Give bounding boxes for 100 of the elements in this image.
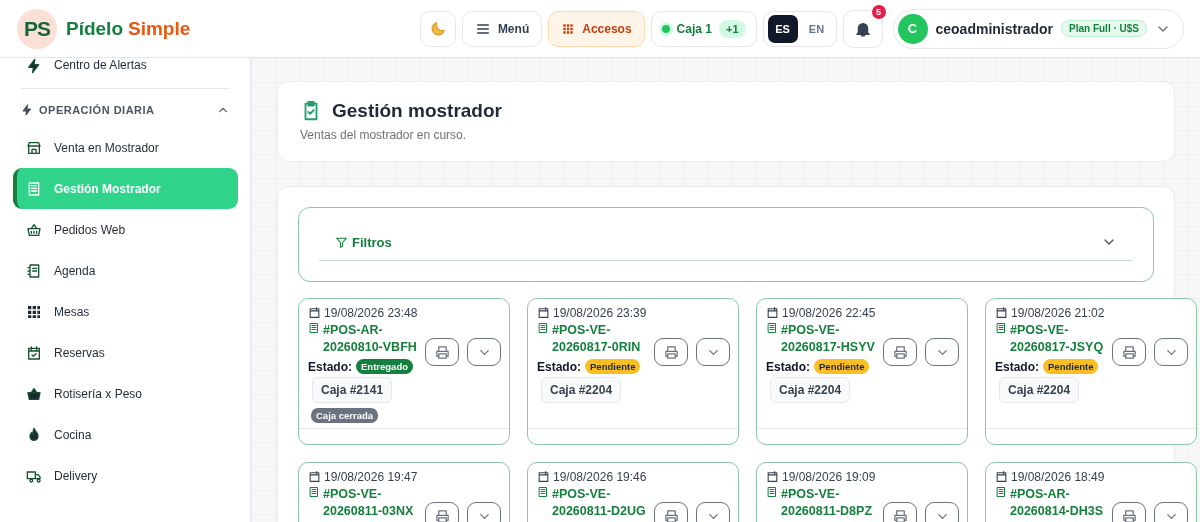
filters-toggle[interactable]: Filtros: [319, 224, 1133, 261]
grid-icon: [26, 303, 42, 320]
register-tag: Caja #2204: [541, 377, 622, 403]
register-closed-badge: Caja cerrada: [311, 408, 379, 423]
status-label: Estado:: [766, 359, 810, 374]
receipt-icon: [308, 486, 320, 498]
page-subtitle: Ventas del mostrador en curso.: [300, 128, 468, 142]
calendar-icon: [308, 470, 321, 483]
notification-badge: 5: [871, 4, 886, 19]
page-title: Gestión mostrador: [332, 100, 502, 122]
basket-icon: [26, 221, 42, 238]
print-button[interactable]: [883, 502, 917, 522]
print-button[interactable]: [1112, 502, 1146, 522]
sidebar-item[interactable]: Pedidos Web: [13, 209, 238, 250]
status-label: Estado:: [308, 359, 352, 374]
status-label: Estado:: [995, 359, 1039, 374]
order-date: 19/08/2026 19:47: [324, 470, 418, 485]
order-date: 19/08/2026 19:09: [782, 470, 876, 485]
status-badge: Pendiente: [585, 359, 641, 374]
receipt-icon: [308, 322, 320, 334]
filter-icon: [335, 235, 348, 249]
order-date: 19/08/2026 21:02: [1011, 306, 1105, 321]
storefront-icon: [26, 139, 42, 156]
brand-name: Pídelo: [66, 17, 123, 40]
expand-button[interactable]: [696, 338, 730, 366]
document-icon: [26, 180, 42, 197]
count-badge: +1: [718, 19, 746, 38]
sidebar-item[interactable]: Rotisería x Peso: [13, 373, 238, 414]
calendar-icon: [766, 306, 779, 319]
print-button[interactable]: [1112, 338, 1146, 366]
status-badge: Pendiente: [814, 359, 870, 374]
calendar-icon: [308, 306, 321, 319]
receipt-icon: [537, 486, 549, 498]
sidebar-item[interactable]: Delivery: [13, 455, 238, 496]
calendar-icon: [26, 344, 42, 361]
printer-icon: [434, 508, 450, 522]
logo: PS: [17, 8, 57, 49]
user-menu[interactable]: C ceoadministrador Plan Full · U$S: [892, 8, 1184, 49]
expand-button[interactable]: [925, 502, 959, 522]
order-number: #POS-AR-20260810-VBFH: [323, 322, 418, 356]
register-tag: Caja #2204: [770, 377, 851, 403]
receipt-icon: [537, 322, 549, 334]
expand-button[interactable]: [1154, 502, 1188, 522]
status-badge: Pendiente: [1043, 359, 1099, 374]
expand-button[interactable]: [1154, 338, 1188, 366]
section-header[interactable]: OPERACIÓN DIARIA: [13, 97, 238, 123]
sidebar-item[interactable]: Reservas: [13, 332, 238, 373]
print-button[interactable]: [654, 502, 688, 522]
calendar-icon: [537, 470, 550, 483]
print-button[interactable]: [654, 338, 688, 366]
order-date: 19/08/2026 18:49: [1011, 470, 1105, 485]
expand-button[interactable]: [467, 338, 501, 366]
expand-button[interactable]: [696, 502, 730, 522]
sidebar-item[interactable]: Cocina: [13, 414, 238, 455]
printer-icon: [663, 508, 679, 522]
grid-icon: [561, 21, 576, 36]
flame-icon: [26, 426, 42, 443]
order-date: 19/08/2026 19:46: [553, 470, 647, 485]
access-button[interactable]: Accesos: [548, 10, 645, 47]
calendar-icon: [766, 470, 779, 483]
register-tag: Caja #2141: [312, 377, 393, 403]
receipt-icon: [995, 486, 1007, 498]
sidebar-item[interactable]: Venta en Mostrador: [13, 127, 238, 168]
order-number: #POS-VE-20260811-D2UG: [552, 486, 647, 520]
calendar-icon: [995, 470, 1008, 483]
expand-button[interactable]: [467, 502, 501, 522]
print-button[interactable]: [425, 338, 459, 366]
sidebar-item[interactable]: Centro de Alertas: [13, 58, 238, 74]
order-number: #POS-AR-20260814-DH3S: [1010, 486, 1105, 520]
status-dot-icon: [661, 24, 670, 33]
expand-button[interactable]: [925, 338, 959, 366]
printer-icon: [434, 344, 450, 360]
order-number: #POS-VE-20260817-HSYV: [781, 322, 876, 356]
brand-name: Simple: [128, 17, 191, 40]
lightning-icon: [21, 104, 33, 116]
printer-icon: [1121, 344, 1137, 360]
menu-button[interactable]: Menú: [461, 10, 543, 47]
calendar-icon: [995, 306, 1008, 319]
avatar: C: [897, 13, 928, 44]
theme-toggle-button[interactable]: [419, 10, 456, 47]
printer-icon: [892, 508, 908, 522]
language-option[interactable]: EN: [801, 14, 832, 43]
cash-register-button[interactable]: Caja 1 +1: [650, 10, 757, 47]
status-label: Estado:: [537, 359, 581, 374]
basket-icon: [26, 385, 42, 402]
receipt-icon: [766, 486, 778, 498]
plan-badge: Plan Full · U$S: [1061, 20, 1147, 37]
printer-icon: [663, 344, 679, 360]
printer-icon: [1121, 508, 1137, 522]
receipt-icon: [766, 322, 778, 334]
order-date: 19/08/2026 22:45: [782, 306, 876, 321]
sidebar-item[interactable]: Mesas: [13, 291, 238, 332]
language-option[interactable]: ES: [767, 14, 798, 43]
register-tag: Caja #2204: [999, 377, 1080, 403]
print-button[interactable]: [425, 502, 459, 522]
notebook-icon: [26, 262, 42, 279]
order-number: #POS-VE-20260817-JSYQ: [1010, 322, 1105, 356]
order-number: #POS-VE-20260811-D8PZ: [781, 486, 874, 520]
sidebar-item[interactable]: Agenda: [13, 250, 238, 291]
print-button[interactable]: [883, 338, 917, 366]
